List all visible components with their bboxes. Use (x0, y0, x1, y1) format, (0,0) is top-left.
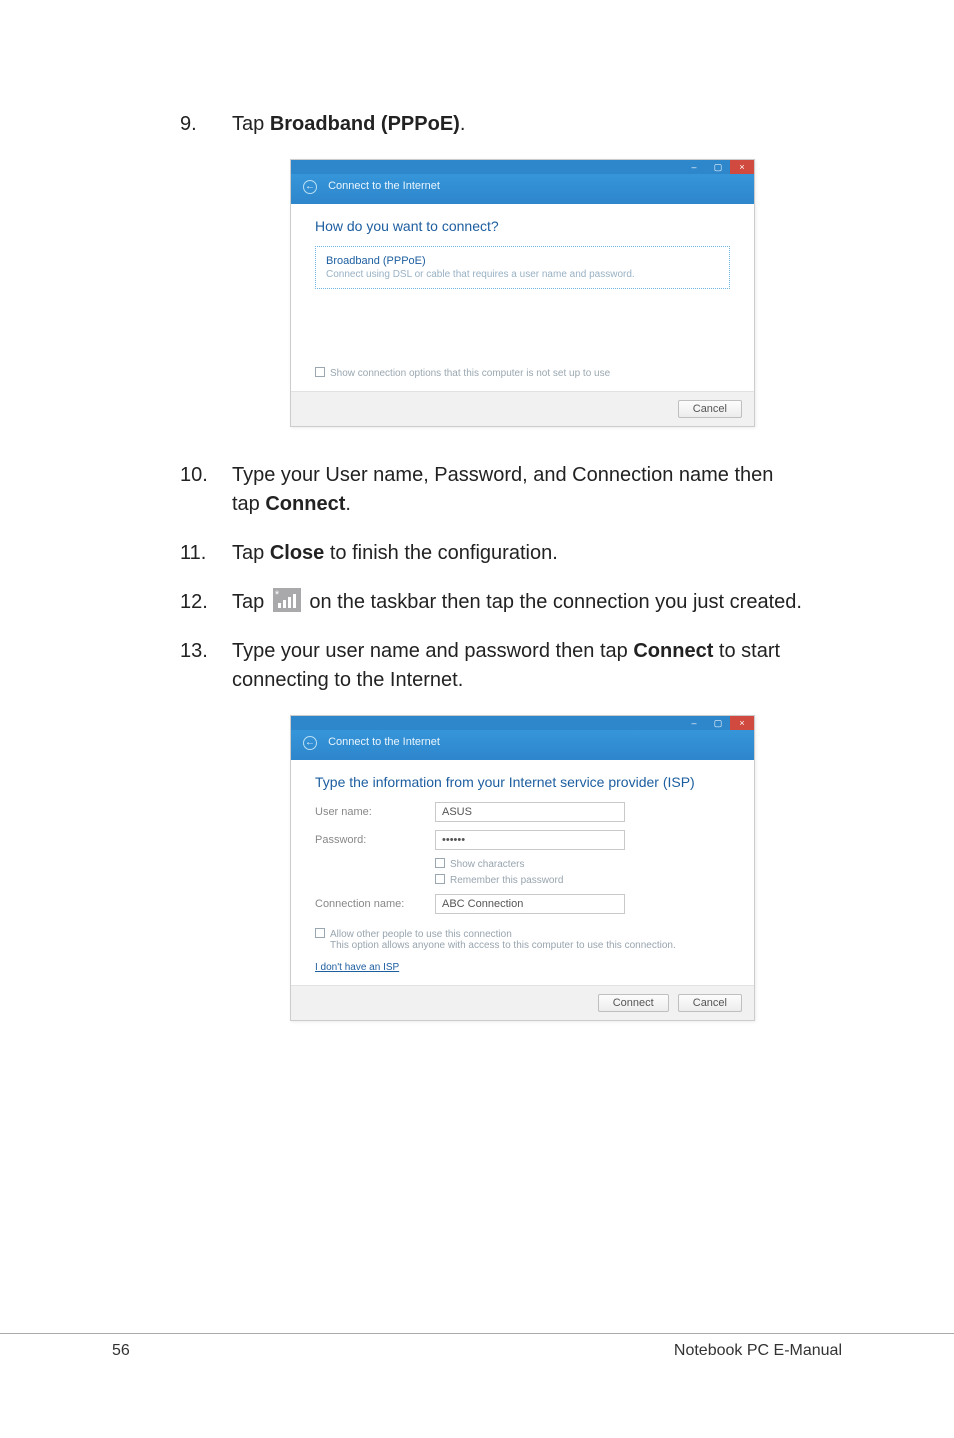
dialog-footer: Connect Cancel (291, 985, 754, 1020)
checkbox-icon[interactable] (435, 874, 445, 884)
screenshot-connect-method: –▢× ← Connect to the Internet How do you… (290, 159, 755, 427)
window-title: Connect to the Internet (328, 736, 440, 748)
allow-others-row[interactable]: Allow other people to use this connectio… (315, 928, 730, 951)
window-title: Connect to the Internet (328, 180, 440, 192)
dialog-heading: How do you want to connect? (315, 218, 730, 234)
username-row: User name: ASUS (315, 802, 730, 822)
connection-name-row: Connection name: ABC Connection (315, 894, 730, 914)
show-characters-row[interactable]: Show characters (315, 858, 730, 870)
step-text: Tap Broadband (PPPoE). (232, 110, 804, 139)
page-number: 56 (112, 1342, 130, 1360)
connection-name-field[interactable]: ABC Connection (435, 894, 625, 914)
password-field[interactable]: •••••• (435, 830, 625, 850)
allow-others-label: Allow other people to use this connectio… (330, 929, 512, 940)
dialog-heading: Type the information from your Internet … (315, 774, 730, 790)
broadband-option[interactable]: Broadband (PPPoE) Connect using DSL or c… (315, 246, 730, 289)
screenshot-isp-form: –▢× ← Connect to the Internet Type the i… (290, 715, 755, 1021)
no-isp-link[interactable]: I don't have an ISP (315, 962, 399, 973)
step-text: Type your user name and password then ta… (232, 637, 804, 695)
connection-name-label: Connection name: (315, 898, 435, 910)
step-number: 11. (180, 539, 232, 568)
footer-label: Notebook PC E-Manual (674, 1342, 842, 1360)
step-text: Tap * on the taskbar then tap the connec… (232, 588, 804, 617)
step-number: 9. (180, 110, 232, 139)
remember-password-row[interactable]: Remember this password (315, 874, 730, 886)
dialog-footer: Cancel (291, 391, 754, 426)
back-icon[interactable]: ← (303, 736, 317, 750)
step-text: Type your User name, Password, and Conne… (232, 461, 804, 519)
password-label: Password: (315, 834, 435, 846)
network-taskbar-icon[interactable]: * (273, 588, 301, 612)
checkbox-label: Show connection options that this comput… (330, 368, 610, 379)
password-row: Password: •••••• (315, 830, 730, 850)
step-11: 11. Tap Close to finish the configuratio… (180, 539, 804, 568)
allow-others-sub: This option allows anyone with access to… (330, 940, 730, 951)
show-characters-label: Show characters (450, 859, 524, 870)
option-title: Broadband (PPPoE) (326, 255, 719, 267)
maximize-icon[interactable]: ▢ (706, 716, 730, 730)
back-icon[interactable]: ← (303, 180, 317, 194)
checkbox-icon[interactable] (315, 928, 325, 938)
username-label: User name: (315, 806, 435, 818)
step-number: 13. (180, 637, 232, 695)
close-icon[interactable]: × (730, 160, 754, 174)
remember-password-label: Remember this password (450, 875, 563, 886)
page-footer: 56 Notebook PC E-Manual (0, 1333, 954, 1360)
step-text: Tap Close to finish the configuration. (232, 539, 804, 568)
minimize-icon[interactable]: – (682, 160, 706, 174)
maximize-icon[interactable]: ▢ (706, 160, 730, 174)
cancel-button[interactable]: Cancel (678, 994, 742, 1012)
show-options-checkbox-row[interactable]: Show connection options that this comput… (315, 367, 730, 379)
step-number: 12. (180, 588, 232, 617)
step-12: 12. Tap * on the taskbar then tap the co… (180, 588, 804, 617)
cancel-button[interactable]: Cancel (678, 400, 742, 418)
checkbox-icon[interactable] (315, 367, 325, 377)
option-subtitle: Connect using DSL or cable that requires… (326, 269, 719, 280)
step-number: 10. (180, 461, 232, 519)
step-10: 10. Type your User name, Password, and C… (180, 461, 804, 519)
step-9: 9. Tap Broadband (PPPoE). (180, 110, 804, 139)
minimize-icon[interactable]: – (682, 716, 706, 730)
close-icon[interactable]: × (730, 716, 754, 730)
window-titlebar: –▢× ← Connect to the Internet (291, 716, 754, 760)
connect-button[interactable]: Connect (598, 994, 669, 1012)
window-titlebar: –▢× ← Connect to the Internet (291, 160, 754, 204)
username-field[interactable]: ASUS (435, 802, 625, 822)
checkbox-icon[interactable] (435, 858, 445, 868)
step-13: 13. Type your user name and password the… (180, 637, 804, 695)
